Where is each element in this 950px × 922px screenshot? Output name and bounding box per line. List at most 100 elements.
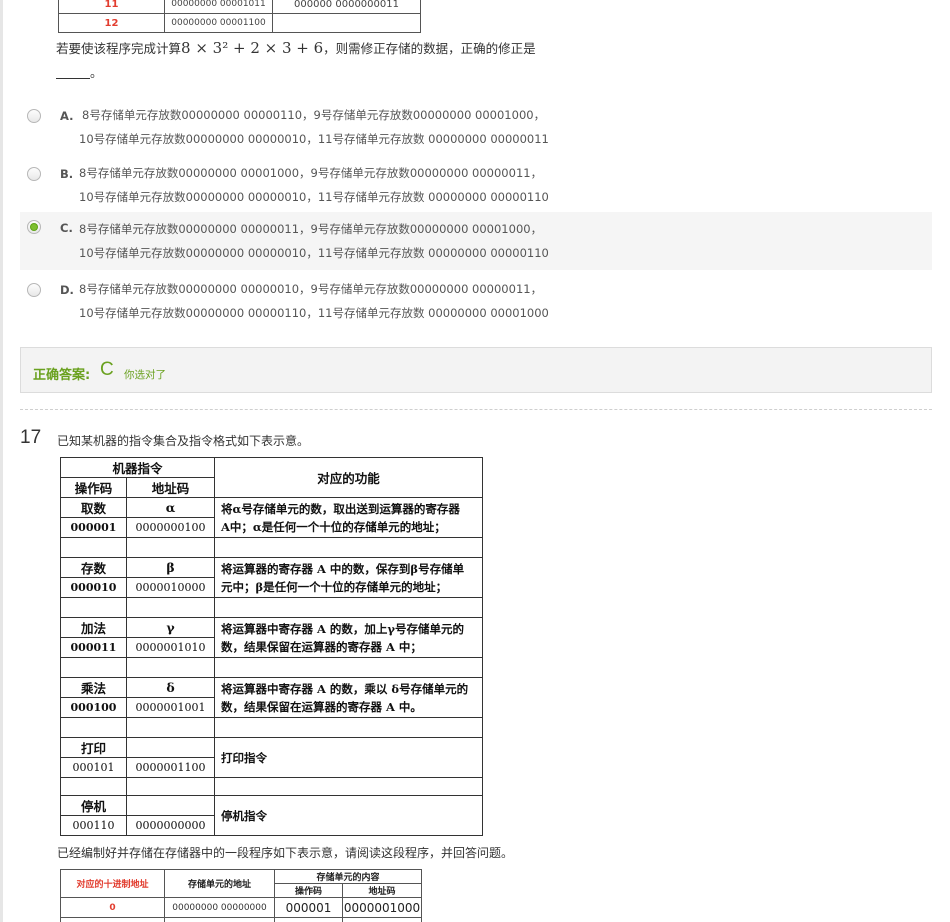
answer-feedback: 你选对了 xyxy=(124,369,166,381)
instruction-opcode: 000100 xyxy=(60,697,127,718)
stem-text: 若要使该程序完成计算 xyxy=(56,41,182,56)
content-cell xyxy=(272,13,421,33)
instruction-function: 停机指令 xyxy=(214,795,483,836)
option-a[interactable]: A. 8号存储单元存放数00000000 00000110，9号存储单元存放数0… xyxy=(20,103,932,161)
option-text-line1: 8号存储单元存放数00000000 00000011，9号存储单元存放数0000… xyxy=(79,222,543,236)
instruction-symbol: α xyxy=(126,497,215,518)
table-row xyxy=(60,917,422,922)
instruction-set-table: 机器指令 对应的功能 操作码 地址码 取数 α 将α号存储单元的数，取出送到运算… xyxy=(60,457,483,836)
radio-button-a[interactable] xyxy=(27,109,41,123)
instruction-symbol: δ xyxy=(126,677,215,698)
table-row: 乘法 δ 将运算器中寄存器 A 的数，乘以 δ号存储单元的 数，结果保留在运算器的… xyxy=(60,677,483,718)
header-content: 存储单元的内容 xyxy=(274,869,422,884)
instruction-address: 0000000000 xyxy=(126,815,215,836)
function-line2: 数，结果保留在运算器的寄存器 A 中。 xyxy=(221,699,422,714)
header-function: 对应的功能 xyxy=(214,457,483,498)
spacer-row xyxy=(60,777,483,796)
header-machine-instruction: 机器指令 xyxy=(60,457,215,478)
table-row: 11 00000000 00001011 000000 0000000011 xyxy=(58,0,421,14)
instruction-function: 将运算器中寄存器 A 的数，乘以 δ号存储单元的 数，结果保留在运算器的寄存器 A… xyxy=(214,677,483,718)
radio-button-b[interactable] xyxy=(27,167,41,181)
instruction-symbol xyxy=(126,737,215,758)
instruction-function: 将运算器的寄存器 A 中的数，保存到β号存储单 元中；β是任何一个十位的存储单元的… xyxy=(214,557,483,598)
radio-button-d[interactable] xyxy=(27,283,41,297)
header-opcode: 操作码 xyxy=(274,883,343,898)
correct-answer-panel: 正确答案: C 你选对了 xyxy=(20,347,932,393)
left-border xyxy=(0,0,3,922)
function-line2: 元中；β是任何一个十位的存储单元的地址； xyxy=(221,579,448,594)
instruction-symbol: γ xyxy=(126,617,215,638)
instruction-address: 0000001010 xyxy=(126,637,215,658)
instruction-opcode: 000001 xyxy=(60,517,127,538)
instruction-function: 将α号存储单元的数，取出送到运算器的寄存器 A中；α是任何一个十位的存储单元的地址… xyxy=(214,497,483,538)
question-divider xyxy=(20,409,932,410)
instruction-name: 打印 xyxy=(60,737,127,758)
radio-button-c-selected[interactable] xyxy=(27,220,41,234)
dec-address-cell: 0 xyxy=(60,897,165,918)
instruction-name: 取数 xyxy=(60,497,127,518)
option-d[interactable]: D. 8号存储单元存放数00000000 00000010，9号存储单元存放数0… xyxy=(20,277,932,335)
content-cell: 000000 0000000011 xyxy=(272,0,421,14)
spacer-row xyxy=(60,657,483,678)
option-letter: A. xyxy=(60,109,74,123)
instruction-address: 0000010000 xyxy=(126,577,215,598)
opcode-cell: 000001 xyxy=(274,897,343,918)
option-text-line2: 10号存储单元存放数00000000 00000010，11号存储单元存放数 0… xyxy=(79,190,549,204)
table-row: 加法 γ 将运算器中寄存器 A 的数，加上γ号存储单元的 数，结果保留在运算器的寄… xyxy=(60,617,483,658)
function-line2: 数，结果保留在运算器的寄存器 A 中； xyxy=(221,639,422,654)
table-header-row: 对应的十进制地址 存储单元的地址 存储单元的内容 xyxy=(60,869,422,898)
question-17-text: 已知某机器的指令集合及指令格式如下表示意。 xyxy=(57,434,310,448)
answer-blank xyxy=(56,65,90,79)
table-row: 0 00000000 00000000 000001 0000001000 xyxy=(60,897,422,918)
question-number: 17 xyxy=(20,427,42,448)
header-opcode: 操作码 xyxy=(60,477,127,498)
option-text-line2: 10号存储单元存放数00000000 00000010，11号存储单元存放数 0… xyxy=(79,132,549,146)
dec-address-cell: 11 xyxy=(58,0,165,14)
option-text-line1: 8号存储单元存放数00000000 00001000，9号存储单元存放数0000… xyxy=(79,166,543,180)
memory-table-tail: 11 00000000 00001011 000000 0000000011 1… xyxy=(58,0,421,33)
question-16-stem: 若要使该程序完成计算8 × 3² + 2 × 3 + 6，则需修正存储的数据，正… xyxy=(56,36,616,85)
header-address: 地址码 xyxy=(126,477,215,498)
instruction-address: 0000001100 xyxy=(126,757,215,778)
option-b[interactable]: B. 8号存储单元存放数00000000 00001000，9号存储单元存放数0… xyxy=(20,161,932,219)
correct-answer-label: 正确答案: xyxy=(33,368,91,383)
table-row: 取数 α 将α号存储单元的数，取出送到运算器的寄存器 A中；α是任何一个十位的存储… xyxy=(60,497,483,538)
option-text-line2: 10号存储单元存放数00000000 00000010，11号存储单元存放数 0… xyxy=(79,246,549,260)
option-text-line2: 10号存储单元存放数00000000 00000110，11号存储单元存放数 0… xyxy=(79,306,549,320)
address-cell: 00000000 00001011 xyxy=(164,0,273,14)
address-code-cell: 0000001000 xyxy=(342,897,422,918)
table-row: 停机 停机指令 xyxy=(60,795,483,836)
option-c[interactable]: C. 8号存储单元存放数00000000 00000011，9号存储单元存放数0… xyxy=(20,212,932,270)
dec-address-cell: 12 xyxy=(58,13,165,33)
spacer-row xyxy=(60,717,483,738)
spacer-row xyxy=(60,537,483,558)
stem-formula: 8 × 3² + 2 × 3 + 6 xyxy=(181,39,324,57)
function-line1: 将运算器中寄存器 A 的数，乘以 δ号存储单元的 xyxy=(221,681,469,696)
instruction-name: 乘法 xyxy=(60,677,127,698)
instruction-opcode: 000101 xyxy=(60,757,127,778)
table-row: 存数 β 将运算器的寄存器 A 中的数，保存到β号存储单 元中；β是任何一个十位的… xyxy=(60,557,483,598)
instruction-opcode: 000110 xyxy=(60,815,127,836)
function-line1: 将运算器中寄存器 A 的数，加上γ号存储单元的 xyxy=(221,621,465,636)
stem-text-after: ，则需修正存储的数据，正确的修正是 xyxy=(323,41,536,56)
function-line2: A中；α是任何一个十位的存储单元的地址； xyxy=(221,519,446,534)
instruction-address: 0000000100 xyxy=(126,517,215,538)
instruction-name: 停机 xyxy=(60,795,127,816)
instruction-function: 将运算器中寄存器 A 的数，加上γ号存储单元的 数，结果保留在运算器的寄存器 A … xyxy=(214,617,483,658)
header-address-code: 地址码 xyxy=(342,883,422,898)
instruction-symbol: β xyxy=(126,557,215,578)
option-text-line1: 8号存储单元存放数00000000 00000010，9号存储单元存放数0000… xyxy=(79,282,543,296)
stem-end: 。 xyxy=(90,65,103,80)
option-text-line1: 8号存储单元存放数00000000 00000110，9号存储单元存放数0000… xyxy=(82,108,546,122)
option-letter: D. xyxy=(60,283,74,297)
instruction-opcode: 000011 xyxy=(60,637,127,658)
instruction-opcode: 000010 xyxy=(60,577,127,598)
table-row: 打印 打印指令 xyxy=(60,737,483,778)
instruction-symbol xyxy=(126,795,215,816)
instruction-function: 打印指令 xyxy=(214,737,483,778)
question-17-text2: 已经编制好并存储在存储器中的一段程序如下表示意，请阅读这段程序，并回答问题。 xyxy=(57,846,514,860)
option-letter: B. xyxy=(60,167,74,181)
option-letter: C. xyxy=(60,221,73,235)
header-dec-address: 对应的十进制地址 xyxy=(60,869,165,898)
spacer-row xyxy=(60,597,483,618)
